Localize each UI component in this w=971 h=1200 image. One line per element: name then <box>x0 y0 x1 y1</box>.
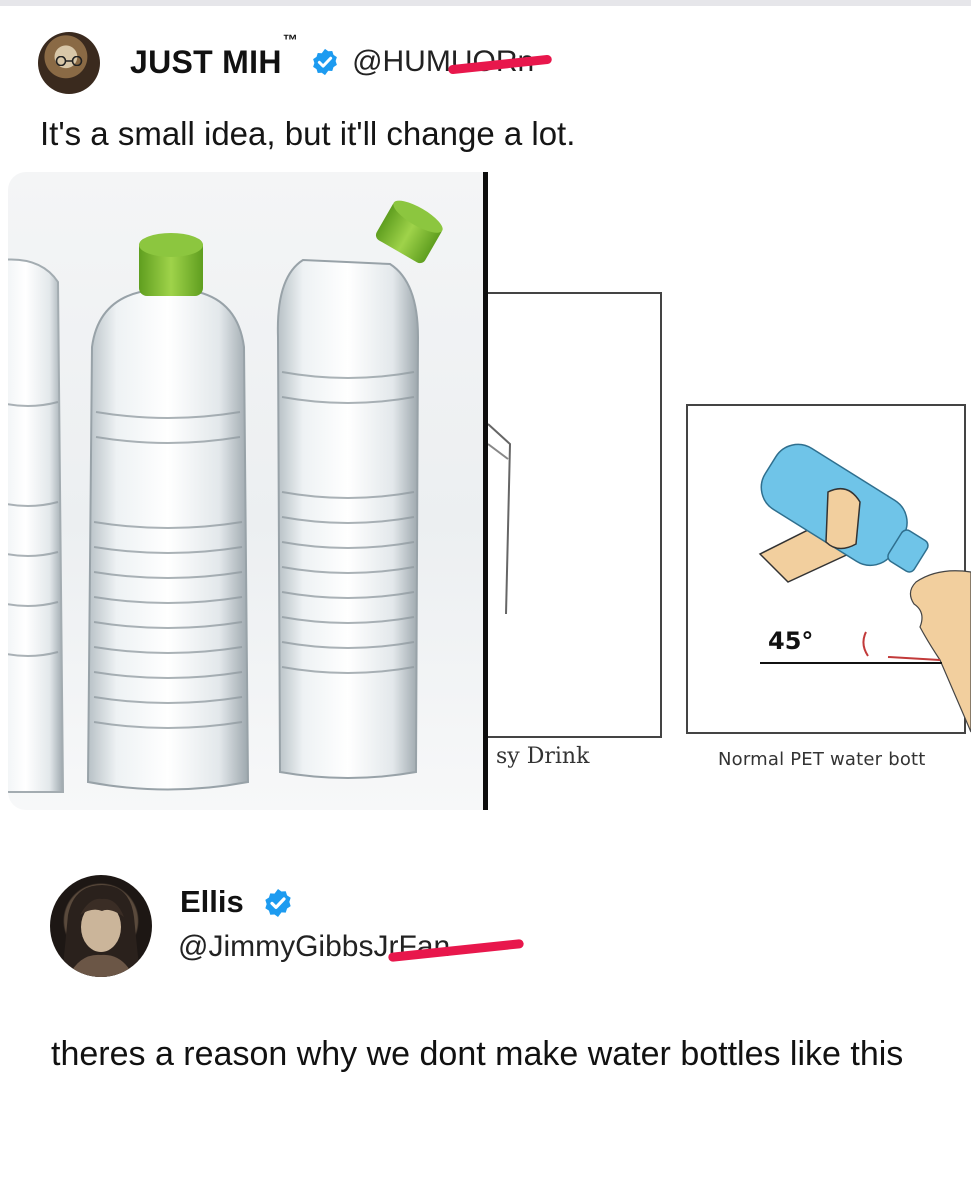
angle-baseline <box>760 662 942 664</box>
divider <box>0 0 971 6</box>
diagram-panel: sy Drink 45° Normal PET water bott <box>488 172 971 810</box>
water-bottles-image <box>8 200 443 793</box>
avatar[interactable] <box>38 32 100 94</box>
author-name[interactable]: JUST MIH™ <box>130 32 298 81</box>
post-text: It's a small idea, but it'll change a lo… <box>40 115 576 152</box>
bottles-photo <box>8 172 483 810</box>
reply-avatar[interactable] <box>50 875 152 977</box>
reply-author-handle[interactable]: @JimmyGibbsJrFan <box>178 930 525 964</box>
verified-badge-icon <box>313 48 337 76</box>
angle-label: 45° <box>768 627 814 655</box>
original-post: JUST MIH™ @HUMUORn It's a small idea, bu… <box>0 0 971 830</box>
verified-badge-icon <box>265 889 291 917</box>
reply-post <box>0 830 971 1200</box>
author-handle[interactable]: @HUMUORn <box>352 45 553 79</box>
drinking-diagram <box>758 443 971 733</box>
post-header: JUST MIH™ @HUMUORn <box>130 32 553 84</box>
author-name-text: JUST MIH <box>130 43 282 80</box>
reply-author-name[interactable]: Ellis <box>180 884 244 920</box>
diagram-caption-right: Normal PET water bott <box>718 749 926 770</box>
reply-text: theres a reason why we dont make water b… <box>51 1035 904 1073</box>
post-media[interactable]: sy Drink 45° Normal PET water bott <box>8 172 971 810</box>
trademark-symbol: ™ <box>282 31 299 49</box>
glasses-icon <box>55 56 83 66</box>
portrait-icon <box>62 885 140 977</box>
